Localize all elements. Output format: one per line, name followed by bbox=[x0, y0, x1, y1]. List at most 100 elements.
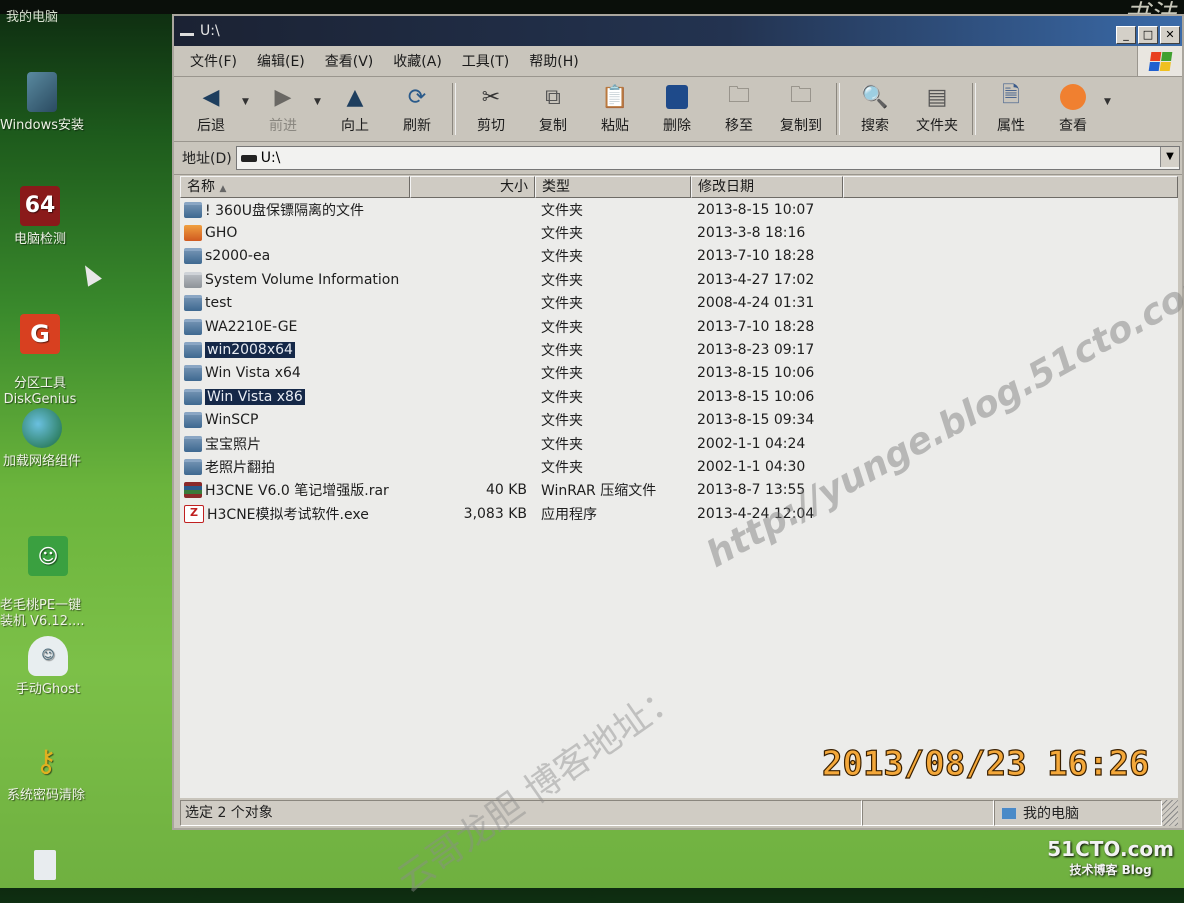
column-header-type[interactable]: 类型 bbox=[535, 176, 691, 198]
desktop-icon-laomaotao-pe[interactable]: ☺ 老毛桃PE一键 装机 V6.12.... bbox=[0, 520, 96, 630]
back-arrow-icon: ◀ bbox=[202, 84, 220, 110]
desktop-icon-password-clear[interactable]: ⚷ 系统密码清除 bbox=[0, 742, 94, 804]
copy-button[interactable]: ⧉ 复制 bbox=[522, 80, 584, 138]
menu-tools[interactable]: 工具(T) bbox=[452, 51, 519, 71]
copy-to-button[interactable]: 🗀 复制到 bbox=[770, 80, 832, 138]
file-name: 宝宝照片 bbox=[205, 436, 261, 453]
forward-dropdown-icon[interactable]: ▼ bbox=[314, 97, 324, 107]
status-zone: 我的电脑 bbox=[994, 800, 1162, 826]
properties-button[interactable]: 🗎 属性 bbox=[980, 80, 1042, 138]
menu-edit[interactable]: 编辑(E) bbox=[247, 51, 315, 71]
desktop-icon-network[interactable]: 加载网络组件 bbox=[0, 408, 90, 470]
file-name: WinSCP bbox=[205, 412, 259, 429]
file-row[interactable]: H3CNE V6.0 笔记增强版.rar 40 KB WinRAR 压缩文件 2013… bbox=[180, 479, 1178, 502]
desktop-icon-disc[interactable] bbox=[34, 850, 56, 880]
move-to-button[interactable]: 🗀 移至 bbox=[708, 80, 770, 138]
file-row[interactable]: Z H3CNE模拟考试软件.exe 3,083 KB 应用程序 2013-4-24 12… bbox=[180, 502, 1178, 525]
delete-button[interactable]: 删除 bbox=[646, 80, 708, 138]
cut-button[interactable]: ✂ 剪切 bbox=[460, 80, 522, 138]
menu-help[interactable]: 帮助(H) bbox=[519, 51, 588, 71]
folder-icon bbox=[184, 388, 202, 405]
window-title: U:\ bbox=[200, 23, 220, 39]
back-dropdown-icon[interactable]: ▼ bbox=[242, 97, 252, 107]
cut-label: 剪切 bbox=[477, 118, 505, 134]
menu-favorites[interactable]: 收藏(A) bbox=[383, 51, 452, 71]
file-row[interactable]: ! 360U盘保镖隔离的文件 文件夹 2013-8-15 10:07 bbox=[180, 198, 1178, 221]
file-row[interactable]: 老照片翻拍 文件夹 2002-1-1 04:30 bbox=[180, 455, 1178, 478]
desktop-icon-pc-check[interactable]: 64 电脑检测 bbox=[0, 186, 88, 248]
folder-icon bbox=[184, 365, 202, 382]
scissors-icon: ✂ bbox=[481, 84, 501, 110]
folder-icon bbox=[184, 435, 202, 452]
desktop-icon-manual-ghost[interactable]: ☺ 手动Ghost bbox=[0, 636, 96, 698]
file-name: WA2210E-GE bbox=[205, 318, 298, 335]
file-name: s2000-ea bbox=[205, 248, 271, 265]
file-name: System Volume Information bbox=[205, 271, 400, 288]
file-row[interactable]: GHO 文件夹 2013-3-8 18:16 bbox=[180, 221, 1178, 244]
file-name: win2008x64 bbox=[205, 342, 295, 359]
menu-view[interactable]: 查看(V) bbox=[315, 51, 384, 71]
folder-icon bbox=[184, 412, 202, 429]
minimize-button[interactable]: _ bbox=[1116, 26, 1136, 44]
maximize-button[interactable]: □ bbox=[1138, 26, 1158, 44]
status-bar: 选定 2 个对象 我的电脑 bbox=[180, 800, 1178, 826]
views-button[interactable]: 查看 bbox=[1042, 80, 1104, 138]
file-date: 2013-4-27 17:02 bbox=[697, 271, 815, 288]
file-row[interactable]: test 文件夹 2008-4-24 01:31 bbox=[180, 292, 1178, 315]
desktop-icon-diskgenius[interactable]: G 分区工具 DiskGenius bbox=[0, 298, 88, 408]
desktop-icon-label: 老毛桃PE一键 装机 V6.12.... bbox=[0, 598, 85, 629]
file-row[interactable]: WA2210E-GE 文件夹 2013-7-10 18:28 bbox=[180, 315, 1178, 338]
address-input[interactable]: U:\ ▼ bbox=[235, 146, 1180, 170]
file-type: 文件夹 bbox=[541, 413, 583, 430]
file-row[interactable]: s2000-ea 文件夹 2013-7-10 18:28 bbox=[180, 245, 1178, 268]
forward-arrow-icon: ▶ bbox=[274, 84, 292, 110]
up-button[interactable]: ▲ 向上 bbox=[324, 80, 386, 138]
close-button[interactable]: ✕ bbox=[1160, 26, 1180, 44]
status-pane bbox=[862, 800, 994, 826]
desktop-icon-label: Windows安装 bbox=[0, 118, 85, 133]
site-logo-sub: 技术博客 Blog bbox=[1069, 863, 1152, 877]
file-type: 文件夹 bbox=[541, 389, 583, 406]
column-header-size[interactable]: 大小 bbox=[410, 176, 535, 198]
refresh-label: 刷新 bbox=[403, 118, 431, 134]
back-button[interactable]: ◀ 后退 bbox=[180, 80, 242, 138]
folders-button[interactable]: ▤ 文件夹 bbox=[906, 80, 968, 138]
windows-logo-icon bbox=[1137, 46, 1182, 76]
file-name: ! 360U盘保镖隔离的文件 bbox=[205, 202, 365, 219]
search-button[interactable]: 🔍 搜索 bbox=[844, 80, 906, 138]
file-row[interactable]: WinSCP 文件夹 2013-8-15 09:34 bbox=[180, 409, 1178, 432]
column-header-name[interactable]: 名称 ▲ bbox=[180, 176, 410, 198]
move-to-label: 移至 bbox=[725, 118, 753, 134]
resize-grip[interactable] bbox=[1162, 800, 1178, 826]
file-type: 文件夹 bbox=[541, 366, 583, 383]
refresh-icon: ⟳ bbox=[407, 84, 427, 110]
file-size: 40 KB bbox=[485, 482, 527, 499]
paste-button[interactable]: 📋 粘贴 bbox=[584, 80, 646, 138]
forward-button[interactable]: ▶ 前进 bbox=[252, 80, 314, 138]
paste-label: 粘贴 bbox=[601, 118, 629, 134]
desktop-my-computer-label[interactable]: 我的电脑 bbox=[6, 6, 58, 25]
file-type: 应用程序 bbox=[541, 506, 597, 523]
folder-icon bbox=[184, 458, 202, 475]
rar-archive-icon bbox=[184, 482, 202, 499]
address-dropdown-button[interactable]: ▼ bbox=[1160, 147, 1179, 167]
desktop-icon-windows-install[interactable]: Windows安装 bbox=[0, 72, 90, 134]
menu-file[interactable]: 文件(F) bbox=[180, 51, 247, 71]
monitor-bezel bbox=[0, 0, 1184, 14]
folder-icon bbox=[184, 225, 202, 242]
key-icon: ⚷ bbox=[35, 744, 57, 779]
refresh-button[interactable]: ⟳ 刷新 bbox=[386, 80, 448, 138]
views-dropdown-icon[interactable]: ▼ bbox=[1104, 97, 1114, 107]
my-computer-icon bbox=[1001, 806, 1017, 820]
network-globe-icon bbox=[22, 408, 62, 448]
file-date: 2013-8-15 10:07 bbox=[697, 201, 815, 218]
title-bar[interactable]: U:\ _ □ ✕ bbox=[174, 16, 1182, 46]
search-icon: 🔍 bbox=[861, 84, 889, 110]
file-name: 老照片翻拍 bbox=[205, 459, 275, 476]
folder-icon bbox=[184, 295, 202, 312]
file-row[interactable]: System Volume Information 文件夹 2013-4-27 17… bbox=[180, 268, 1178, 291]
forward-label: 前进 bbox=[269, 118, 297, 134]
window-menu-icon[interactable] bbox=[180, 32, 194, 36]
column-header-date[interactable]: 修改日期 bbox=[691, 176, 843, 198]
file-row[interactable]: 宝宝照片 文件夹 2002-1-1 04:24 bbox=[180, 432, 1178, 455]
